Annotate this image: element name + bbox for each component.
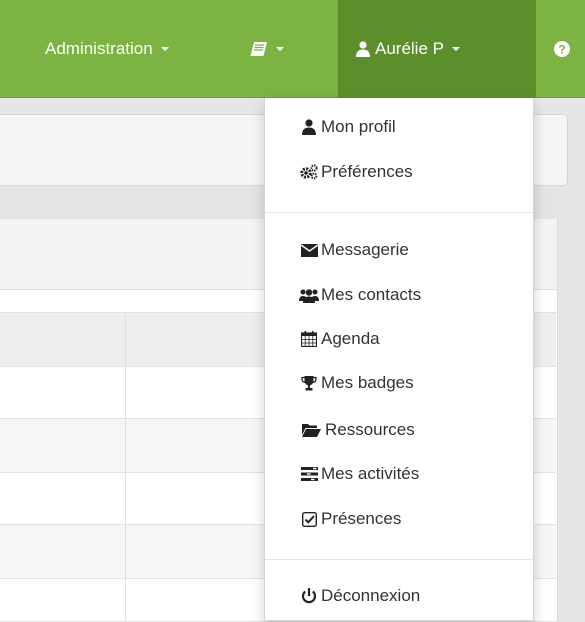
menu-item-ressources[interactable]: Ressources xyxy=(265,410,533,450)
users-icon xyxy=(299,285,319,305)
tasks-icon xyxy=(299,464,319,484)
menu-item-deconnexion[interactable]: Déconnexion xyxy=(265,576,533,616)
menu-item-agenda[interactable]: Agenda xyxy=(265,319,533,359)
user-icon xyxy=(356,41,370,57)
user-menu-toggle[interactable]: Aurélie P xyxy=(338,0,536,98)
menu-item-label: Messagerie xyxy=(321,240,409,259)
user-name-label: Aurélie P xyxy=(375,39,444,58)
menu-item-label: Mes badges xyxy=(321,373,414,392)
power-icon xyxy=(299,586,319,606)
menu-item-messagerie[interactable]: Messagerie xyxy=(265,230,533,270)
menu-item-label: Ressources xyxy=(325,420,415,439)
menu-item-label: Mon profil xyxy=(321,117,396,136)
menu-item-mes-contacts[interactable]: Mes contacts xyxy=(265,275,533,315)
calendar-icon xyxy=(299,329,319,349)
menu-item-label: Mes contacts xyxy=(321,285,422,304)
envelope-icon xyxy=(299,240,319,260)
menu-divider xyxy=(265,559,533,560)
menu-item-label: Préférences xyxy=(321,162,413,181)
caret-down-icon xyxy=(451,47,460,51)
menu-item-mes-activites[interactable]: Mes activités xyxy=(265,454,533,494)
menu-item-presences[interactable]: Présences xyxy=(265,499,533,539)
menu-item-mes-badges[interactable]: Mes badges xyxy=(265,363,533,403)
book-icon xyxy=(250,41,268,57)
menu-item-label: Agenda xyxy=(321,329,380,348)
user-dropdown-menu: Mon profil Préférences Messagerie Mes co… xyxy=(264,98,534,621)
user-icon xyxy=(299,117,319,137)
menu-item-label: Déconnexion xyxy=(321,586,421,605)
column-divider xyxy=(125,313,126,622)
trophy-icon xyxy=(299,373,319,393)
help-menu[interactable]: ? xyxy=(546,0,585,98)
administration-label: Administration xyxy=(45,39,153,58)
check-square-icon xyxy=(299,509,319,529)
book-menu[interactable] xyxy=(238,0,334,98)
menu-item-mon-profil[interactable]: Mon profil xyxy=(265,107,533,147)
menu-item-label: Présences xyxy=(321,509,402,528)
top-navbar: Administration Aurélie P ? xyxy=(0,0,585,98)
caret-down-icon xyxy=(276,47,284,51)
administration-menu[interactable]: Administration xyxy=(25,0,230,98)
question-circle-icon: ? xyxy=(554,41,570,57)
menu-item-label: Mes activités xyxy=(321,464,420,483)
svg-text:?: ? xyxy=(558,43,565,57)
menu-divider xyxy=(265,212,533,213)
menu-item-preferences[interactable]: Préférences xyxy=(265,152,533,192)
cogs-icon xyxy=(299,162,319,182)
caret-down-icon xyxy=(160,47,169,51)
folder-open-icon xyxy=(299,420,323,440)
